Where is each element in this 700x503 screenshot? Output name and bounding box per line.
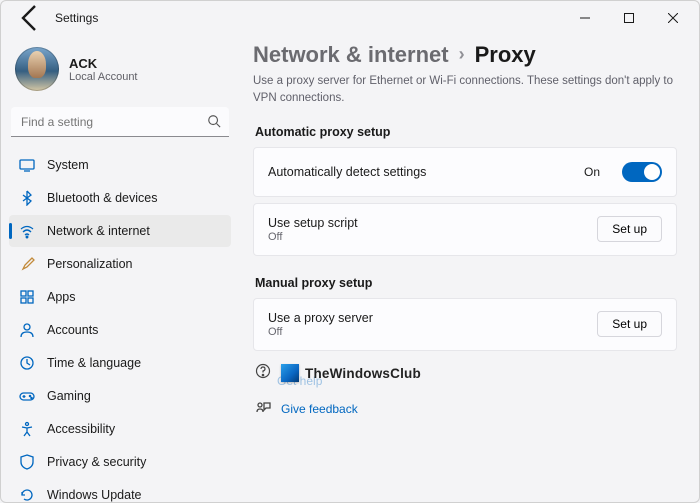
sidebar-item-accessibility[interactable]: Accessibility [9, 413, 231, 445]
sidebar-item-personalization[interactable]: Personalization [9, 248, 231, 280]
section-heading-auto: Automatic proxy setup [255, 125, 677, 139]
setup-script-title: Use setup script [268, 216, 585, 230]
card-proxy-server[interactable]: Use a proxy server Off Set up [253, 298, 677, 351]
page-description: Use a proxy server for Ethernet or Wi-Fi… [253, 73, 677, 106]
toggle-state-label: On [584, 165, 600, 179]
window-title: Settings [55, 11, 98, 25]
profile[interactable]: ACK Local Account [9, 41, 231, 103]
sidebar-item-time[interactable]: Time & language [9, 347, 231, 379]
shield-icon [19, 454, 35, 470]
setup-script-state: Off [268, 231, 585, 243]
profile-name: ACK [69, 56, 138, 71]
breadcrumb: Network & internet › Proxy [253, 43, 677, 67]
update-icon [19, 487, 35, 502]
avatar [15, 47, 59, 91]
back-button[interactable] [15, 2, 47, 34]
profile-subtitle: Local Account [69, 71, 138, 83]
sidebar-item-network[interactable]: Network & internet [9, 215, 231, 247]
auto-detect-toggle[interactable] [622, 162, 662, 182]
search-icon [207, 114, 221, 133]
sidebar-item-privacy[interactable]: Privacy & security [9, 446, 231, 478]
clock-icon [19, 355, 35, 371]
sidebar-item-system[interactable]: System [9, 149, 231, 181]
nav-label: Windows Update [47, 488, 142, 502]
sidebar: ACK Local Account System Bluetooth & dev… [1, 35, 239, 502]
breadcrumb-parent[interactable]: Network & internet [253, 43, 449, 67]
proxy-server-title: Use a proxy server [268, 311, 585, 325]
nav: System Bluetooth & devices Network & int… [9, 149, 231, 502]
chevron-right-icon: › [459, 45, 465, 65]
proxy-server-state: Off [268, 326, 585, 338]
minimize-button[interactable] [563, 3, 607, 33]
watermark: TheWindowsClub [253, 357, 677, 390]
sidebar-item-accounts[interactable]: Accounts [9, 314, 231, 346]
setup-script-button[interactable]: Set up [597, 216, 662, 242]
card-auto-detect[interactable]: Automatically detect settings On [253, 147, 677, 197]
nav-label: System [47, 158, 89, 172]
sidebar-item-bluetooth[interactable]: Bluetooth & devices [9, 182, 231, 214]
main-content: Network & internet › Proxy Use a proxy s… [239, 35, 699, 502]
gamepad-icon [19, 388, 35, 404]
person-icon [19, 322, 35, 338]
maximize-button[interactable] [607, 3, 651, 33]
help-icon [255, 363, 271, 384]
proxy-server-button[interactable]: Set up [597, 311, 662, 337]
feedback-row[interactable]: Give feedback [253, 394, 677, 425]
bluetooth-icon [19, 190, 35, 206]
nav-label: Time & language [47, 356, 141, 370]
search-input[interactable] [11, 107, 229, 137]
feedback-icon [255, 400, 271, 419]
brush-icon [19, 256, 35, 272]
card-setup-script[interactable]: Use setup script Off Set up [253, 203, 677, 256]
sidebar-item-apps[interactable]: Apps [9, 281, 231, 313]
apps-icon [19, 289, 35, 305]
page-title: Proxy [475, 43, 536, 67]
wifi-icon [19, 223, 35, 239]
close-button[interactable] [651, 3, 695, 33]
search-box[interactable] [11, 107, 229, 137]
sidebar-item-update[interactable]: Windows Update [9, 479, 231, 502]
nav-label: Personalization [47, 257, 132, 271]
nav-label: Gaming [47, 389, 91, 403]
watermark-text: TheWindowsClub [305, 366, 421, 381]
nav-label: Privacy & security [47, 455, 146, 469]
feedback-link[interactable]: Give feedback [281, 402, 358, 416]
nav-label: Network & internet [47, 224, 150, 238]
section-heading-manual: Manual proxy setup [255, 276, 677, 290]
auto-detect-title: Automatically detect settings [268, 165, 572, 179]
nav-label: Accounts [47, 323, 98, 337]
nav-label: Accessibility [47, 422, 115, 436]
titlebar: Settings [1, 1, 699, 35]
windowsclub-logo-icon [281, 364, 299, 382]
nav-label: Apps [47, 290, 76, 304]
nav-label: Bluetooth & devices [47, 191, 158, 205]
system-icon [19, 157, 35, 173]
sidebar-item-gaming[interactable]: Gaming [9, 380, 231, 412]
accessibility-icon [19, 421, 35, 437]
